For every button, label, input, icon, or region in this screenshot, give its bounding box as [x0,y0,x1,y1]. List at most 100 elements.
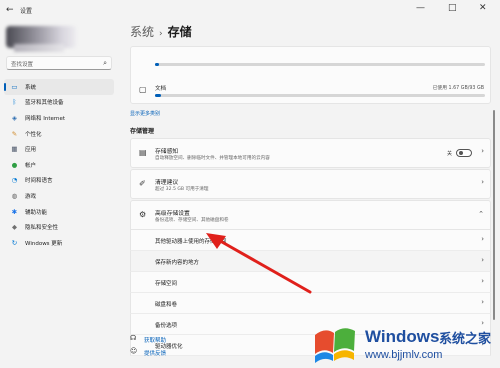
storage-sense-toggle[interactable] [456,149,472,157]
breadcrumb-system[interactable]: 系统 [130,25,154,39]
sidebar-item-9[interactable]: ◆ 隐私和安全性 [4,219,114,235]
main-content: 系统 › 存储 ▢ 文档 已使用 1.67 GB/93 GB 显示更多类别 存储管理… [128,22,496,368]
category-usage-bar [155,63,485,66]
storage-usage-card: ▢ 文档 已使用 1.67 GB/93 GB [130,46,491,104]
windows-logo-icon [315,328,355,363]
maximize-button[interactable]: □ [448,3,457,13]
sidebar-nav: ▭ 系统 ᛒ 蓝牙和其他设备 ◈ 网络和 Internet ✎ 个性化 ▦ 应用 ● 帐户 ◔ 时间和语言… [4,79,114,251]
advanced-storage-title: 高级存储设置 [155,211,190,217]
monitor-icon: ▭ [11,82,18,91]
wifi-icon: ◈ [12,113,17,122]
window-title: 设置 [20,8,33,15]
toggle-knob [459,151,463,156]
sidebar-item-10[interactable]: ↻ Windows 更新 [4,235,114,251]
sidebar-item-label: 游戏 [25,193,37,200]
feedback-icon: ☺ [130,347,138,355]
close-button[interactable]: ✕ [479,3,487,13]
shield-icon: ◆ [12,223,17,232]
bluetooth-icon: ᛒ [12,98,17,107]
watermark-url: www.bjjmlv.com [365,349,443,361]
advanced-subitem-label: 存储空间 [155,281,178,287]
help-icon: ☊ [130,334,137,342]
sidebar-item-4[interactable]: ▦ 应用 [4,141,114,157]
sidebar-item-3[interactable]: ✎ 个性化 [4,126,114,142]
search-placeholder: 查找设置 [11,62,34,68]
breadcrumb-separator: › [159,29,163,39]
watermark-cn: 系统之家 [439,332,492,347]
scrollbar[interactable] [493,110,495,320]
documents-size: 已使用 1.67 GB/93 GB [432,86,484,91]
sidebar-item-label: 帐户 [25,162,37,169]
advanced-subitem-3[interactable]: 磁盘和卷 › [130,293,491,314]
show-more-categories-link[interactable]: 显示更多类别 [130,110,160,117]
sidebar-item-label: Windows 更新 [25,240,63,247]
storage-sense-desc: 自动释放空间、删除临时文件、并管理本地可用的云内容 [155,156,270,161]
sidebar-item-label: 应用 [25,147,37,154]
storage-sense-row[interactable]: ▤ 存储感知 自动释放空间、删除临时文件、并管理本地可用的云内容 关 › [130,138,491,168]
storage-management-heading: 存储管理 [130,128,155,135]
back-arrow-icon[interactable]: ← [6,5,14,15]
sidebar-item-5[interactable]: ● 帐户 [4,157,114,173]
cleanup-desc: 超过 32.5 GB 可用于清理 [155,187,209,192]
sidebar: 查找设置 ⌕ ▭ 系统 ᛒ 蓝牙和其他设备 ◈ 网络和 Internet ✎ 个性化 ▦ 应用 ● 帐… [0,22,118,368]
gear-icon: ⚙ [139,210,147,219]
sidebar-item-6[interactable]: ◔ 时间和语言 [4,173,114,189]
watermark-brand: Windows [365,327,440,346]
sidebar-item-label: 网络和 Internet [25,115,66,122]
documents-icon: ▢ [139,85,147,94]
account-name-blurred [14,44,64,52]
page-title: 存储 [167,25,192,39]
sidebar-item-2[interactable]: ◈ 网络和 Internet [4,110,114,126]
storage-sense-title: 存储感知 [155,149,179,155]
account-icon: ● [11,160,18,169]
chevron-up-icon[interactable]: ⌃ [478,210,484,218]
sidebar-item-label: 时间和语言 [25,178,53,185]
advanced-subitem-label: 磁盘和卷 [155,302,178,308]
storage-sense-icon: ▤ [139,148,147,157]
update-icon: ↻ [11,238,18,247]
chevron-right-icon: › [481,298,484,306]
chevron-right-icon: › [481,256,484,264]
sidebar-item-label: 蓝牙和其他设备 [25,100,64,107]
accessibility-icon: ✱ [11,207,18,216]
broom-icon: ✐ [139,179,146,188]
chevron-right-icon: › [481,178,484,186]
search-icon[interactable]: ⌕ [103,59,107,68]
give-feedback-link[interactable]: 提供反馈 [144,349,166,357]
clock-globe-icon: ◔ [11,176,18,185]
sidebar-item-0[interactable]: ▭ 系统 [4,79,114,95]
documents-label[interactable]: 文档 [155,84,166,92]
advanced-subitem-2[interactable]: 存储空间 › [130,272,491,293]
advanced-subitem-label: 其他驱动器上使用的存储空间 [155,239,227,245]
sidebar-item-label: 辅助功能 [25,209,48,216]
minimize-button[interactable]: — [416,3,425,13]
cleanup-title: 清理建议 [155,180,179,186]
sidebar-item-label: 个性化 [25,131,42,138]
advanced-storage-desc: 备份选项、存储空间、其他磁盘和卷 [155,218,229,223]
category-usage-fill [155,63,159,66]
sidebar-item-8[interactable]: ✱ 辅助功能 [4,204,114,220]
documents-usage-bar [155,94,485,97]
advanced-storage-settings-row[interactable]: ⚙ 高级存储设置 备份选项、存储空间、其他磁盘和卷 ⌃ [130,200,491,230]
storage-sense-toggle-label: 关 [446,151,452,157]
chevron-right-icon: › [481,235,484,243]
advanced-subitem-label: 备份选项 [155,323,178,329]
sidebar-item-1[interactable]: ᛒ 蓝牙和其他设备 [4,95,114,111]
advanced-subitem-label: 保存新内容的地方 [155,260,200,266]
cleanup-recommendations-row[interactable]: ✐ 清理建议 超过 32.5 GB 可用于清理 › [130,169,491,199]
sidebar-item-label: 系统 [25,84,37,91]
search-input[interactable]: 查找设置 ⌕ [6,56,112,70]
brush-icon: ✎ [11,129,18,138]
apps-icon: ▦ [11,145,18,154]
get-help-link[interactable]: 获取帮助 [144,336,166,344]
gamepad-icon: ◍ [11,191,18,200]
breadcrumb: 系统 › 存储 [130,23,192,40]
sidebar-item-label: 隐私和安全性 [25,225,59,232]
watermark: Windows 系统之家 www.bjjmlv.com [305,318,500,368]
advanced-subitem-1[interactable]: 保存新内容的地方 › [130,251,491,272]
title-bar: ← 设置 — □ ✕ [0,0,500,22]
documents-usage-fill [155,94,161,97]
sidebar-item-7[interactable]: ◍ 游戏 [4,188,114,204]
advanced-subitem-0[interactable]: 其他驱动器上使用的存储空间 › [130,230,491,251]
chevron-right-icon: › [481,277,484,285]
